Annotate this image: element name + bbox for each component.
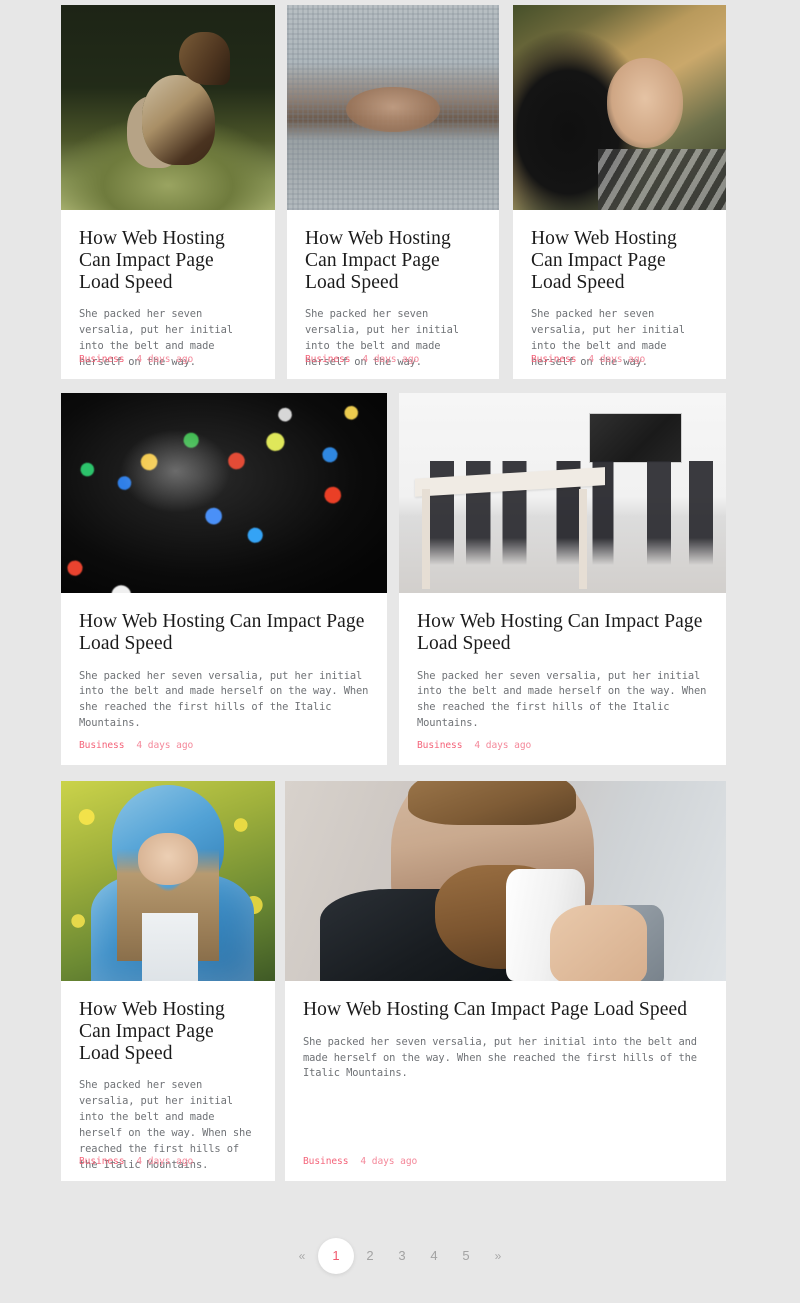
hand-shape <box>549 905 647 981</box>
post-date: 4 days ago <box>136 740 194 751</box>
post-thumbnail[interactable] <box>287 5 499 210</box>
post-card[interactable]: How Web Hosting Can Impact Page Load Spe… <box>287 5 499 379</box>
post-title[interactable]: How Web Hosting Can Impact Page Load Spe… <box>303 999 708 1021</box>
pagination-page-3[interactable]: 3 <box>386 1240 418 1272</box>
post-meta: Business 4 days ago <box>305 354 419 365</box>
post-excerpt: She packed her seven versalia, put her i… <box>303 1035 697 1080</box>
post-card[interactable]: How Web Hosting Can Impact Page Load Spe… <box>61 393 387 765</box>
pagination-prev[interactable]: « <box>286 1240 318 1272</box>
pagination-page-5[interactable]: 5 <box>450 1240 482 1272</box>
post-card[interactable]: How Web Hosting Can Impact Page Load Spe… <box>399 393 726 765</box>
post-excerpt: She packed her seven versalia, put her i… <box>417 669 707 730</box>
post-meta: Business 4 days ago <box>79 740 193 751</box>
post-thumbnail[interactable] <box>285 781 726 981</box>
table-leg-shape <box>578 489 587 589</box>
post-card[interactable]: How Web Hosting Can Impact Page Load Spe… <box>61 5 275 379</box>
post-category[interactable]: Business <box>303 1156 349 1167</box>
hair-shape <box>408 781 577 825</box>
post-body: How Web Hosting Can Impact Page Load Spe… <box>285 981 726 1082</box>
post-date: 4 days ago <box>136 1156 194 1167</box>
woman-with-dog-photo <box>513 5 726 210</box>
post-body: How Web Hosting Can Impact Page Load Spe… <box>61 210 275 371</box>
post-card[interactable]: How Web Hosting Can Impact Page Load Spe… <box>61 781 275 1181</box>
post-card[interactable]: How Web Hosting Can Impact Page Load Spe… <box>285 781 726 1181</box>
blanket-photo <box>287 5 499 210</box>
post-date: 4 days ago <box>474 740 532 751</box>
post-category[interactable]: Business <box>79 1156 125 1167</box>
post-meta: Business 4 days ago <box>79 1156 193 1167</box>
post-meta: Business 4 days ago <box>303 1156 417 1167</box>
post-body: How Web Hosting Can Impact Page Load Spe… <box>61 593 387 732</box>
table-shape <box>415 467 605 497</box>
post-title[interactable]: How Web Hosting Can Impact Page Load Spe… <box>79 611 369 655</box>
post-body: How Web Hosting Can Impact Page Load Spe… <box>287 210 499 371</box>
face-shape <box>138 833 198 885</box>
post-category[interactable]: Business <box>79 354 125 365</box>
post-body: How Web Hosting Can Impact Page Load Spe… <box>513 210 726 371</box>
post-date: 4 days ago <box>360 1156 418 1167</box>
post-thumbnail[interactable] <box>61 781 275 981</box>
post-thumbnail[interactable] <box>513 5 726 210</box>
post-meta: Business 4 days ago <box>79 354 193 365</box>
post-meta: Business 4 days ago <box>531 354 645 365</box>
post-title[interactable]: How Web Hosting Can Impact Page Load Spe… <box>79 228 257 293</box>
post-thumbnail[interactable] <box>399 393 726 593</box>
post-date: 4 days ago <box>588 354 646 365</box>
post-category[interactable]: Business <box>305 354 351 365</box>
woman-in-blue-hood-photo <box>61 781 275 981</box>
post-card[interactable]: How Web Hosting Can Impact Page Load Spe… <box>513 5 726 379</box>
post-category[interactable]: Business <box>417 740 463 751</box>
post-body: How Web Hosting Can Impact Page Load Spe… <box>61 981 275 1173</box>
pagination[interactable]: « 1 2 3 4 5 » <box>0 1238 800 1274</box>
post-category[interactable]: Business <box>79 740 125 751</box>
pagination-next[interactable]: » <box>482 1240 514 1272</box>
meeting-room-photo <box>399 393 726 593</box>
shirt-shape <box>142 913 198 981</box>
post-excerpt: She packed her seven versalia, put her i… <box>79 669 369 730</box>
table-leg-shape <box>421 489 430 589</box>
post-thumbnail[interactable] <box>61 393 387 593</box>
smartphone-apps-photo <box>61 393 387 593</box>
pagination-page-2[interactable]: 2 <box>354 1240 386 1272</box>
pagination-page-1[interactable]: 1 <box>318 1238 354 1274</box>
post-thumbnail[interactable] <box>61 5 275 210</box>
post-date: 4 days ago <box>362 354 420 365</box>
post-date: 4 days ago <box>136 354 194 365</box>
post-meta: Business 4 days ago <box>417 740 531 751</box>
man-with-coffee-photo <box>285 781 726 981</box>
post-title[interactable]: How Web Hosting Can Impact Page Load Spe… <box>531 228 708 293</box>
post-body: How Web Hosting Can Impact Page Load Spe… <box>399 593 726 732</box>
post-title[interactable]: How Web Hosting Can Impact Page Load Spe… <box>79 999 257 1064</box>
pagination-page-4[interactable]: 4 <box>418 1240 450 1272</box>
post-title[interactable]: How Web Hosting Can Impact Page Load Spe… <box>305 228 481 293</box>
elk-photo <box>61 5 275 210</box>
post-title[interactable]: How Web Hosting Can Impact Page Load Spe… <box>417 611 708 655</box>
post-category[interactable]: Business <box>531 354 577 365</box>
